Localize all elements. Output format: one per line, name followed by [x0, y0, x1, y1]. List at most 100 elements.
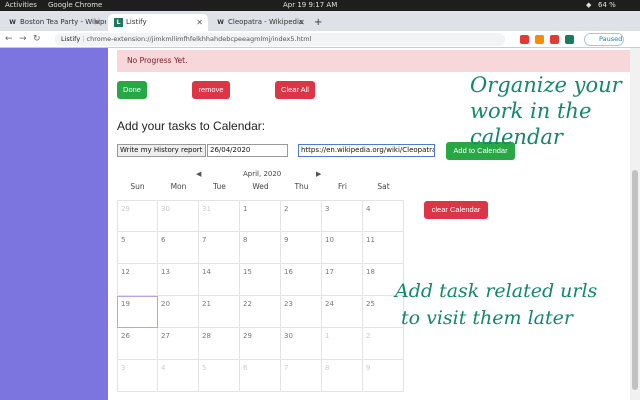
shield-icon[interactable]	[550, 35, 559, 44]
promo-text: Add task related urls to visit them late…	[395, 281, 597, 329]
weekday-label: Thu	[294, 182, 309, 191]
address-bar-row: ← → ↻ Listify | chrome-extension://jimkm…	[0, 31, 640, 48]
omnibox[interactable]: Listify | chrome-extension://jimkmllimfh…	[55, 33, 505, 46]
weekday-label: Wed	[252, 182, 269, 191]
calendar-day-cell[interactable]: 9	[363, 360, 404, 392]
task-select-value: Write my History report	[120, 146, 203, 154]
tab-label: Boston Tea Party - Wikipe	[20, 18, 106, 26]
promo-line: Add task related urls	[395, 280, 598, 302]
calendar-day-cell[interactable]: 31	[199, 200, 240, 232]
tab-listify[interactable]: L Listify ✕	[108, 14, 208, 31]
tab-label: Cleopatra - Wikipedia	[228, 18, 304, 26]
calendar-day-cell[interactable]: 13	[158, 264, 199, 296]
promo-line: to visit them later	[401, 306, 573, 329]
calendar-day-cell[interactable]: 24	[322, 296, 363, 328]
listify-extension-icon[interactable]	[565, 35, 574, 44]
calendar-day-cell[interactable]: 22	[240, 296, 281, 328]
calendar-day-cell[interactable]: 23	[281, 296, 322, 328]
promo-line: calendar	[470, 125, 563, 150]
calendar-day-cell[interactable]: 21	[199, 296, 240, 328]
task-select[interactable]: Write my History report ▼	[117, 144, 206, 157]
extension-icon[interactable]	[520, 35, 529, 44]
tab-boston-tea-party[interactable]: W Boston Tea Party - Wikipe ✕	[2, 14, 106, 31]
weekday-label: Sun	[130, 182, 145, 191]
listify-favicon-icon: L	[114, 18, 123, 27]
calendar-day-cell[interactable]: 26	[117, 328, 158, 360]
promo-text: Organize your work in the calendar	[470, 73, 622, 150]
close-tab-icon[interactable]: ✕	[196, 14, 203, 31]
calendar-day-cell[interactable]: 30	[281, 328, 322, 360]
calendar-day-cell[interactable]: 2	[281, 200, 322, 232]
calendar-day-cell[interactable]: 29	[240, 328, 281, 360]
clear-calendar-button[interactable]: clear Calendar	[424, 201, 488, 219]
forward-icon[interactable]: →	[19, 33, 27, 46]
close-tab-icon[interactable]: ✕	[94, 14, 101, 31]
calendar-heading: Add your tasks to Calendar:	[117, 119, 266, 133]
date-input[interactable]: 26/04/2020	[207, 144, 288, 157]
calendar-day-cell[interactable]: 4	[158, 360, 199, 392]
calendar-day-cell[interactable]: 7	[199, 232, 240, 264]
done-button[interactable]: Done	[117, 81, 147, 99]
calendar-day-cell[interactable]: 17	[322, 264, 363, 296]
calendar-day-cell[interactable]: 5	[199, 360, 240, 392]
calendar-day-cell[interactable]: 19	[117, 296, 158, 328]
scrollbar-thumb[interactable]	[632, 170, 638, 390]
weekday-label: Mon	[170, 182, 187, 191]
wikipedia-favicon-icon: W	[9, 19, 16, 26]
calendar-day-cell[interactable]: 7	[281, 360, 322, 392]
url-input[interactable]: https://en.wikipedia.org/wiki/Cleopatra	[298, 144, 435, 157]
remove-button[interactable]: remove	[192, 81, 230, 99]
calendar-day-cell[interactable]: 30	[158, 200, 199, 232]
back-icon[interactable]: ←	[5, 33, 13, 46]
calendar-day-cell[interactable]: 8	[322, 360, 363, 392]
battery-label[interactable]: 64 %	[598, 0, 616, 11]
progress-alert: No Progress Yet.	[117, 50, 630, 72]
promo-line: work in the	[470, 99, 592, 124]
prev-month-icon[interactable]: ◀	[196, 170, 201, 178]
url-text: chrome-extension://jimkmllimfhfelkhhahde…	[86, 35, 312, 43]
calendar-day-cell[interactable]: 5	[117, 232, 158, 264]
reload-icon[interactable]: ↻	[33, 33, 41, 46]
calendar-day-cell[interactable]: 3	[117, 360, 158, 392]
wikipedia-favicon-icon: W	[217, 19, 224, 26]
wifi-icon: ◆	[586, 1, 592, 9]
profile-paused-button[interactable]: Paused	[584, 33, 624, 46]
activities-label[interactable]: Activities	[5, 0, 37, 11]
calendar-day-cell[interactable]: 6	[158, 232, 199, 264]
tab-label: Listify	[126, 18, 147, 26]
weekday-label: Sat	[377, 182, 390, 191]
calendar-day-cell[interactable]: 12	[117, 264, 158, 296]
calendar-day-cell[interactable]: 6	[240, 360, 281, 392]
calendar-day-cell[interactable]: 2	[363, 328, 404, 360]
calendar-day-cell[interactable]: 29	[117, 200, 158, 232]
paused-label: Paused	[599, 35, 623, 43]
calendar-day-cell[interactable]: 9	[281, 232, 322, 264]
month-label: April, 2020	[243, 170, 282, 178]
calendar-day-cell[interactable]: 14	[199, 264, 240, 296]
system-top-bar: Activities Google Chrome Apr 19 9:17 AM …	[0, 0, 640, 11]
browser-tab-strip: W Boston Tea Party - Wikipe ✕ L Listify …	[0, 11, 640, 31]
clock-label[interactable]: Apr 19 9:17 AM	[283, 0, 337, 11]
calendar-day-cell[interactable]: 11	[363, 232, 404, 264]
calendar-day-cell[interactable]: 1	[322, 328, 363, 360]
next-month-icon[interactable]: ▶	[316, 170, 321, 178]
chevron-down-icon: ▼	[205, 148, 206, 154]
extension-icon[interactable]	[535, 35, 544, 44]
calendar-day-cell[interactable]: 1	[240, 200, 281, 232]
calendar-day-cell[interactable]: 8	[240, 232, 281, 264]
close-tab-icon[interactable]: ✕	[298, 14, 305, 31]
new-tab-button[interactable]: +	[314, 14, 324, 31]
app-menu-label[interactable]: Google Chrome	[48, 0, 102, 11]
site-chip: Listify	[61, 35, 81, 43]
calendar-day-cell[interactable]: 16	[281, 264, 322, 296]
weekday-label: Tue	[213, 182, 226, 191]
clear-all-button[interactable]: Clear All	[275, 81, 315, 99]
calendar-day-cell[interactable]: 3	[322, 200, 363, 232]
calendar-day-cell[interactable]: 28	[199, 328, 240, 360]
calendar-day-cell[interactable]: 4	[363, 200, 404, 232]
calendar-day-cell[interactable]: 10	[322, 232, 363, 264]
calendar-day-cell[interactable]: 27	[158, 328, 199, 360]
calendar-day-cell[interactable]: 15	[240, 264, 281, 296]
calendar-day-cell[interactable]: 20	[158, 296, 199, 328]
tab-cleopatra[interactable]: W Cleopatra - Wikipedia ✕	[210, 14, 310, 31]
